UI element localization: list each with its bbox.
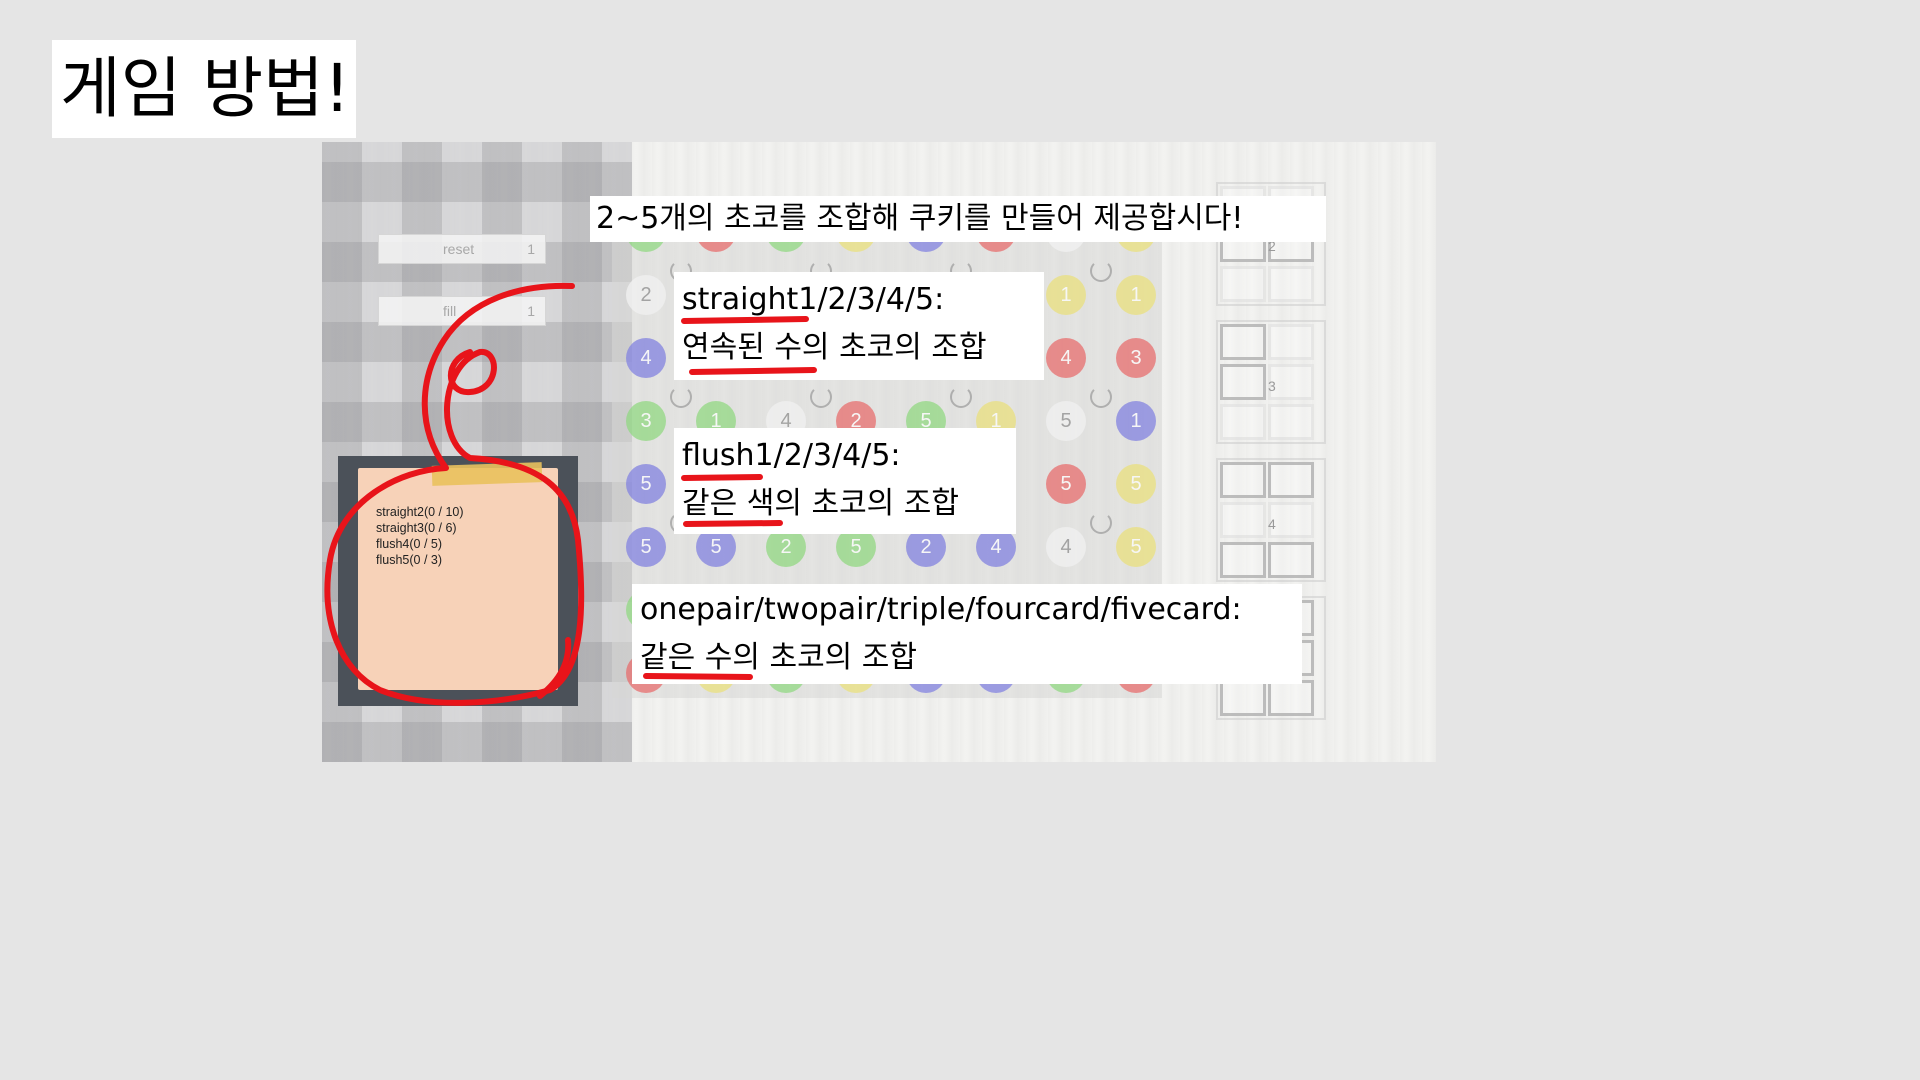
- choco-orb[interactable]: 5: [626, 527, 666, 567]
- cookie-tray[interactable]: 3: [1216, 320, 1326, 444]
- tray-slot[interactable]: [1268, 542, 1314, 578]
- straight-rule-desc: 연속된 수의 초코의 조합: [682, 330, 987, 365]
- choco-orb[interactable]: 1: [1116, 401, 1156, 441]
- mission-item: flush5(0 / 3): [376, 553, 443, 567]
- rotate-icon[interactable]: [1090, 386, 1112, 408]
- tray-slot[interactable]: [1220, 502, 1266, 538]
- choco-orb[interactable]: 3: [1116, 338, 1156, 378]
- cookie-tray[interactable]: 4: [1216, 458, 1326, 582]
- tray-slot[interactable]: [1220, 462, 1266, 498]
- tray-slot[interactable]: [1268, 266, 1314, 302]
- mission-item: straight3(0 / 6): [376, 521, 457, 535]
- reset-label: reset: [443, 241, 475, 257]
- tray-slot[interactable]: [1268, 324, 1314, 360]
- tray-slot[interactable]: [1220, 542, 1266, 578]
- fill-label: fill: [443, 303, 457, 319]
- tray-number: 4: [1268, 516, 1276, 532]
- tray-slot[interactable]: [1220, 404, 1266, 440]
- pairs-rule-title: onepair/twopair/triple/fourcard/fivecard…: [640, 592, 1242, 627]
- intro-text: 2~5개의 초코를 조합해 쿠키를 만들어 제공합시다!: [596, 201, 1244, 236]
- flush-rule-box: flush1/2/3/4/5: 같은 색의 초코의 조합: [674, 428, 1016, 534]
- tray-slot[interactable]: [1268, 680, 1314, 716]
- tray-slot[interactable]: [1268, 404, 1314, 440]
- flush-rule-desc: 같은 색의 초코의 조합: [682, 486, 960, 521]
- tray-slot[interactable]: [1220, 364, 1266, 400]
- tray-number: 3: [1268, 378, 1276, 394]
- intro-box: 2~5개의 초코를 조합해 쿠키를 만들어 제공합시다!: [590, 196, 1326, 242]
- choco-orb[interactable]: 5: [1046, 401, 1086, 441]
- mission-item: flush4(0 / 5): [376, 537, 443, 551]
- pairs-rule-box: onepair/twopair/triple/fourcard/fivecard…: [632, 584, 1302, 684]
- choco-orb[interactable]: 2: [626, 275, 666, 315]
- mission-list: straight2(0 / 10) straight3(0 / 6) flush…: [376, 504, 464, 568]
- mission-item: straight2(0 / 10): [376, 505, 464, 519]
- reset-count: 1: [527, 241, 535, 257]
- tray-slot[interactable]: [1220, 680, 1266, 716]
- choco-orb[interactable]: 5: [1116, 527, 1156, 567]
- rotate-icon[interactable]: [1090, 512, 1112, 534]
- rotate-icon[interactable]: [1090, 260, 1112, 282]
- choco-orb[interactable]: 1: [1116, 275, 1156, 315]
- choco-orb[interactable]: 4: [1046, 527, 1086, 567]
- tape-strip: [431, 462, 543, 486]
- tray-slot[interactable]: [1268, 462, 1314, 498]
- tray-slot[interactable]: [1220, 324, 1266, 360]
- choco-orb[interactable]: 5: [626, 464, 666, 504]
- pairs-rule-desc: 같은 수의 초코의 조합: [640, 640, 918, 675]
- flush-rule-title: flush1/2/3/4/5:: [682, 438, 901, 473]
- rotate-icon[interactable]: [670, 386, 692, 408]
- choco-orb[interactable]: 5: [1046, 464, 1086, 504]
- fill-count: 1: [527, 303, 535, 319]
- choco-orb[interactable]: 5: [1116, 464, 1156, 504]
- fill-button[interactable]: fill 1: [378, 296, 546, 326]
- slide-title: 게임 방법!: [52, 40, 356, 138]
- straight-rule-title: straight1/2/3/4/5:: [682, 282, 945, 317]
- reset-button[interactable]: reset 1: [378, 234, 546, 264]
- straight-rule-box: straight1/2/3/4/5: 연속된 수의 초코의 조합: [674, 272, 1044, 380]
- mission-sticky-note: [358, 468, 558, 690]
- choco-orb[interactable]: 4: [1046, 338, 1086, 378]
- choco-orb[interactable]: 3: [626, 401, 666, 441]
- rotate-icon[interactable]: [810, 386, 832, 408]
- tray-slot[interactable]: [1220, 266, 1266, 302]
- choco-orb[interactable]: 1: [1046, 275, 1086, 315]
- rotate-icon[interactable]: [950, 386, 972, 408]
- choco-orb[interactable]: 4: [626, 338, 666, 378]
